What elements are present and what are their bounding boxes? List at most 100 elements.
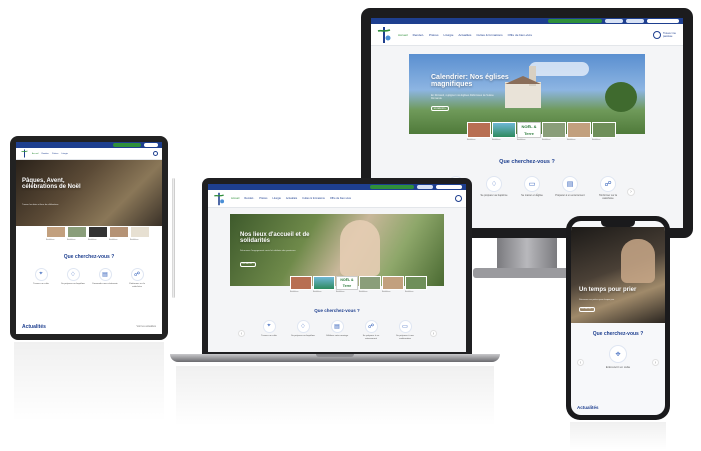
phone-notch bbox=[601, 221, 635, 227]
folder-icon: ▭ bbox=[398, 320, 412, 333]
tablet-nav: Accueil Rendez- Prières Liturgie bbox=[16, 148, 162, 160]
thumb-caption: Bethléem bbox=[313, 291, 322, 293]
thumb-caption: Bethléem bbox=[290, 291, 299, 293]
monitor-stand-neck bbox=[497, 238, 557, 272]
thumb-caption: Bethléem bbox=[336, 291, 345, 293]
service-card[interactable]: ▤ Célébrer votre mariage bbox=[324, 320, 350, 340]
thumb-caption: Bethléem bbox=[109, 239, 118, 241]
thumb-card[interactable]: Bethléem bbox=[88, 226, 108, 241]
service-card[interactable]: ⌖ Trouver un culte bbox=[256, 320, 282, 340]
site-logo[interactable] bbox=[375, 26, 393, 44]
carousel-next-button[interactable]: › bbox=[430, 330, 437, 337]
thumb-card[interactable]: Bethléem bbox=[567, 122, 591, 141]
tree-shape bbox=[605, 82, 637, 112]
hands-shape bbox=[621, 239, 655, 283]
nav-item-rendez-vous[interactable]: Rendez- bbox=[41, 153, 49, 155]
phone: Un temps pour prier Retrouvez nos prière… bbox=[566, 216, 670, 420]
thumb-card[interactable]: Bethléem bbox=[130, 226, 150, 241]
service-card[interactable]: ♢ Se préparer au baptême bbox=[60, 268, 86, 288]
thumb-caption: Bethléem bbox=[492, 139, 501, 141]
nav-item-liturgie[interactable]: Liturgie bbox=[444, 33, 454, 37]
more-button[interactable]: EN SAVOIR + bbox=[579, 307, 595, 312]
site-logo[interactable] bbox=[20, 149, 29, 158]
hero-subtitle: Retrouvez nos prières pour chaque jour bbox=[579, 299, 615, 301]
water-drop-icon: ♢ bbox=[66, 268, 80, 281]
thumb-card[interactable]: NOËL & Terre Bethléem bbox=[517, 122, 541, 141]
thumb-card[interactable]: Bethléem bbox=[405, 276, 427, 293]
nav-item-prieres[interactable]: Prières bbox=[259, 197, 267, 200]
service-card[interactable]: ☍ Se préparer à un enterrement bbox=[358, 320, 384, 340]
service-card[interactable]: ▭ Se préparer à une confirmation bbox=[392, 320, 418, 340]
service-card[interactable]: ▭ Se marier en Église bbox=[517, 176, 547, 200]
location-pin-icon[interactable] bbox=[653, 30, 661, 39]
locator-label[interactable]: Trouver ma paroisse bbox=[663, 32, 679, 38]
nav-item-accueil[interactable]: Accueil bbox=[231, 197, 239, 200]
hero-title: Calendrier: Nos églises magnifiques bbox=[431, 74, 509, 89]
nav-item-prieres[interactable]: Prières bbox=[52, 153, 58, 155]
phone-screen: Un temps pour prier Retrouvez nos prière… bbox=[571, 221, 665, 415]
more-button[interactable]: EN SAVOIR + bbox=[240, 262, 256, 267]
nav-item-actualites[interactable]: Actualités bbox=[286, 197, 297, 200]
service-card[interactable]: ⌖ Trouver un culte bbox=[28, 268, 54, 288]
news-label: Actualités bbox=[22, 324, 46, 330]
nav-item-actualites[interactable]: Actualités bbox=[458, 33, 471, 37]
phone-hero: Un temps pour prier Retrouvez nos prière… bbox=[571, 227, 665, 323]
service-card[interactable]: ♢ Se préparer au baptême bbox=[290, 320, 316, 340]
thumb-card[interactable]: Bethléem bbox=[382, 276, 404, 293]
tablet-cards: ⌖ Trouver un culte ♢ Se préparer au baptêm… bbox=[24, 268, 154, 288]
nav-item-cultes[interactable]: Cultes & formations bbox=[476, 33, 502, 37]
nav-item-liturgie[interactable]: Liturgie bbox=[272, 197, 281, 200]
carousel-next-button[interactable]: › bbox=[627, 188, 635, 196]
service-card[interactable]: ⌖ Entrouvrir un culte bbox=[598, 345, 638, 370]
nav-item-liturgie[interactable]: Liturgie bbox=[61, 153, 68, 155]
service-card[interactable]: ☍ S'informer sur la catéchèse bbox=[593, 176, 623, 200]
location-pin-icon[interactable] bbox=[153, 151, 158, 156]
monitor-nav: Accueil Rendez- Prières Liturgie Actuali… bbox=[371, 24, 683, 46]
nav-item-accueil[interactable]: Accueil bbox=[32, 153, 38, 155]
nav-item-offre[interactable]: Offre de bien-vivre bbox=[330, 197, 351, 200]
tablet-hero: Pâques, Avent, célébrations de Noël Trou… bbox=[16, 160, 162, 226]
news-label: Actualités bbox=[577, 405, 599, 410]
carousel-next-button[interactable]: › bbox=[652, 359, 659, 366]
nav-item-prieres[interactable]: Prières bbox=[429, 33, 439, 37]
service-card[interactable]: ▤ Demander une cérémonie bbox=[92, 268, 118, 288]
laptop-nav: Accueil Rendez- Prières Liturgie Actuali… bbox=[208, 190, 466, 208]
laptop-notch bbox=[316, 354, 354, 357]
thumb-card[interactable]: Bethléem bbox=[492, 122, 516, 141]
carousel-prev-button[interactable]: ‹ bbox=[577, 359, 584, 366]
news-more-link[interactable]: Voir les actualités bbox=[137, 325, 156, 328]
nav-item-rendez-vous[interactable]: Rendez- bbox=[413, 33, 424, 37]
hands-shape bbox=[340, 220, 380, 276]
laptop: Accueil Rendez- Prières Liturgie Actuali… bbox=[170, 178, 500, 378]
thumb-card[interactable]: Bethléem bbox=[290, 276, 312, 293]
thumb-card[interactable]: Bethléem bbox=[313, 276, 335, 293]
service-card[interactable]: ▤ Préparer à un enterrement bbox=[555, 176, 585, 200]
more-button[interactable]: EN SAVOIR + bbox=[431, 106, 449, 111]
site-logo[interactable] bbox=[212, 192, 226, 206]
laptop-reflection bbox=[176, 366, 494, 426]
location-pin-icon[interactable] bbox=[455, 195, 462, 202]
thumb-caption: Bethléem bbox=[567, 139, 576, 141]
thumb-caption: Bethléem bbox=[517, 139, 526, 141]
carousel-prev-button[interactable]: ‹ bbox=[238, 330, 245, 337]
hero-subtitle: En Romand, rejoignez nos Églises Réformé… bbox=[431, 94, 494, 100]
thumb-card[interactable]: Bethléem bbox=[467, 122, 491, 141]
thumb-card[interactable]: Bethléem bbox=[592, 122, 616, 141]
hands-icon: ☍ bbox=[130, 268, 144, 281]
nav-item-cultes[interactable]: Cultes & formations bbox=[302, 197, 325, 200]
thumb-card[interactable]: Bethléem bbox=[359, 276, 381, 293]
cloud-shape bbox=[529, 62, 589, 76]
thumb-card[interactable]: Bethléem bbox=[46, 226, 66, 241]
thumb-card[interactable]: NOËL & Terre Bethléem bbox=[336, 276, 358, 293]
phone-reflection bbox=[570, 422, 666, 450]
service-card[interactable]: ☍ S'informer sur la catéchèse bbox=[124, 268, 150, 288]
thumb-card[interactable]: Bethléem bbox=[67, 226, 87, 241]
question-title: Que cherchez-vous ? bbox=[499, 159, 555, 165]
nav-item-accueil[interactable]: Accueil bbox=[398, 33, 408, 37]
hero-subtitle: Trouver les dates et lieux de célébratio… bbox=[22, 204, 59, 206]
nav-item-rendez-vous[interactable]: Rendez- bbox=[244, 197, 254, 200]
thumb-caption: Bethléem bbox=[592, 139, 601, 141]
thumb-card[interactable]: Bethléem bbox=[542, 122, 566, 141]
thumb-card[interactable]: Bethléem bbox=[109, 226, 129, 241]
nav-item-offre[interactable]: Offre de bien-vivre bbox=[508, 33, 533, 37]
